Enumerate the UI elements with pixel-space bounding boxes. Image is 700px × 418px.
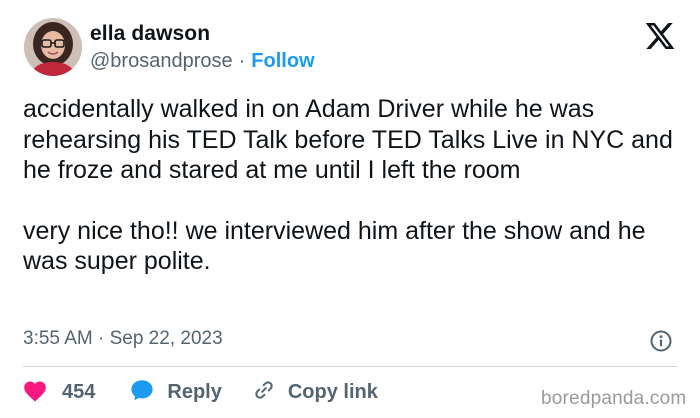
x-logo-icon[interactable] [644,20,676,52]
link-icon [252,378,276,407]
reply-button[interactable]: Reply [129,378,222,407]
follow-button[interactable]: Follow [251,50,314,73]
tweet-text: accidentally walked in on Adam Driver wh… [23,94,683,277]
avatar[interactable] [24,18,82,76]
author-handle[interactable]: @brosandprose [90,50,233,73]
divider [23,366,677,367]
tweet-paragraph: very nice tho!! we interviewed him after… [23,216,646,276]
copy-link-label: Copy link [287,380,378,403]
like-count: 454 [62,380,96,403]
info-icon[interactable] [649,329,673,353]
author-name[interactable]: ella dawson [90,22,210,46]
reply-label: Reply [167,380,222,403]
tweet-timestamp[interactable]: 3:55 AM · Sep 22, 2023 [23,328,223,350]
author-handle-row: @brosandprose · Follow [90,50,315,73]
like-button[interactable]: 454 [22,378,95,407]
action-bar: 454 Reply Copy link [22,374,378,410]
watermark: boredpanda.com [541,388,687,409]
tweet-paragraph: accidentally walked in on Adam Driver wh… [23,95,673,184]
separator-dot: · [238,50,246,72]
tweet-card: ella dawson @brosandprose · Follow accid… [0,0,700,418]
heart-icon [22,378,48,407]
copy-link-button[interactable]: Copy link [252,378,378,407]
reply-bubble-icon [129,378,155,407]
